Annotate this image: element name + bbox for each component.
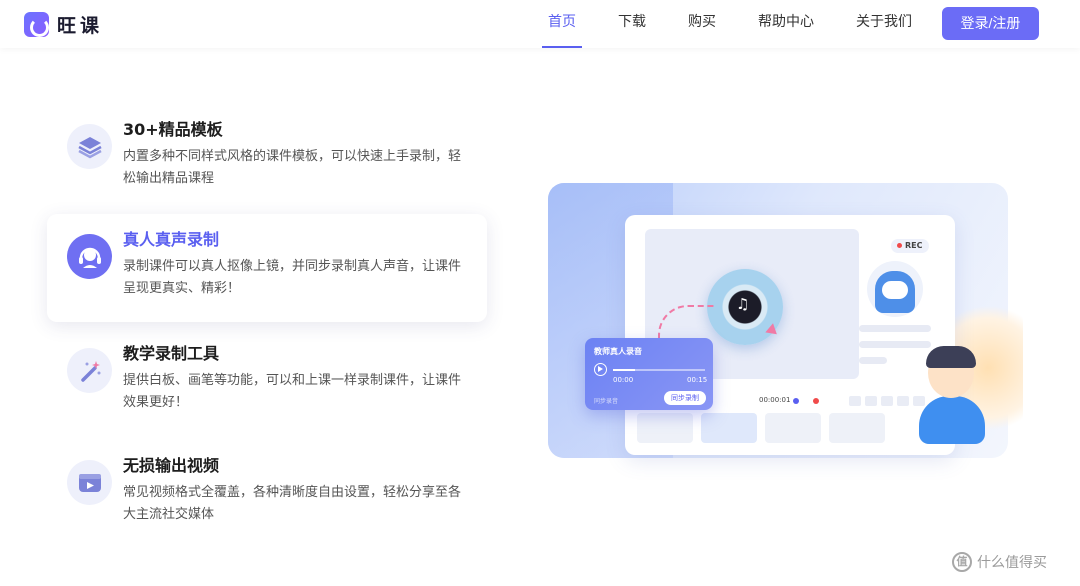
video-play-icon	[67, 460, 112, 505]
rec-label: REC	[905, 241, 923, 250]
logo[interactable]: 旺课	[24, 11, 103, 38]
mascot-face	[882, 281, 908, 299]
watermark-text: 什么值得买	[977, 555, 1047, 571]
headset-icon	[67, 234, 112, 279]
play-icon	[594, 363, 607, 376]
feature-title: 30+精品模板	[123, 120, 223, 139]
teacher-hair	[926, 346, 976, 368]
timeline-marker-icon	[793, 398, 799, 404]
timeline-control	[849, 396, 861, 406]
slide-thumbnail	[637, 413, 693, 443]
layers-icon	[67, 124, 112, 169]
nav-about-us[interactable]: 关于我们	[856, 0, 912, 48]
watermark: 值 什么值得买	[952, 552, 1047, 572]
main-nav: 首页 下载 购买 帮助中心 关于我们	[542, 0, 954, 48]
logo-icon	[24, 12, 49, 37]
feature-title: 真人真声录制	[123, 230, 220, 249]
top-header: 旺课 首页 下载 购买 帮助中心 关于我们 登录/注册	[0, 0, 1080, 48]
slide-thumbnail	[701, 413, 757, 443]
feature-item-export[interactable]: 无损输出视频 常见视频格式全覆盖，各种清晰度自由设置，轻松分享至各大主流社交媒体	[47, 440, 487, 548]
time-end: 00:15	[687, 376, 708, 384]
teacher-body	[919, 396, 985, 444]
feature-item-recording[interactable]: 真人真声录制 录制课件可以真人抠像上镜，并同步录制真人声音，让课件呈现更真实、精…	[47, 214, 487, 322]
feature-description: 常见视频格式全覆盖，各种清晰度自由设置，轻松分享至各大主流社交媒体	[123, 485, 462, 522]
timeline-time: 00:00:01	[759, 396, 791, 404]
panel-title: 教师真人录音	[594, 347, 642, 356]
feature-item-templates[interactable]: 30+精品模板 内置多种不同样式风格的课件模板，可以快速上手录制，轻松输出精品课…	[47, 104, 487, 212]
magic-wand-icon	[67, 348, 112, 393]
timeline-control	[897, 396, 909, 406]
feature-description: 内置多种不同样式风格的课件模板，可以快速上手录制，轻松输出精品课程	[123, 149, 462, 186]
mascot-avatar	[867, 261, 923, 317]
record-dot-icon	[813, 398, 819, 404]
feature-illustration: REC ♫ 00:00:01 教师真人录音 00:00 00:15 同步录音 同…	[548, 183, 1023, 458]
rec-badge: REC	[891, 239, 929, 253]
panel-hint: 同步录音	[594, 398, 619, 405]
placeholder-line	[859, 357, 887, 364]
logo-text: 旺课	[57, 15, 104, 37]
audio-progress-track	[613, 369, 705, 371]
nav-home[interactable]: 首页	[542, 0, 582, 48]
audio-record-panel: 教师真人录音 00:00 00:15 同步录音 同步录制	[585, 338, 713, 410]
placeholder-line	[859, 325, 931, 332]
login-register-button[interactable]: 登录/注册	[942, 7, 1039, 40]
feature-description: 录制课件可以真人抠像上镜，并同步录制真人声音，让课件呈现更真实、精彩！	[123, 259, 462, 296]
feature-description: 提供白板、画笔等功能，可以和上课一样录制课件，让课件效果更好！	[123, 373, 462, 410]
feature-item-tools[interactable]: 教学录制工具 提供白板、画笔等功能，可以和上课一样录制课件，让课件效果更好！	[47, 328, 487, 436]
rec-dot-icon	[897, 243, 902, 248]
timeline-control	[881, 396, 893, 406]
slide-thumbnail	[829, 413, 885, 443]
timeline-control	[865, 396, 877, 406]
nav-purchase[interactable]: 购买	[688, 0, 716, 48]
time-start: 00:00	[613, 376, 634, 384]
slide-thumbnail	[765, 413, 821, 443]
nav-help-center[interactable]: 帮助中心	[758, 0, 814, 48]
music-note-icon: ♫	[736, 295, 750, 313]
watermark-logo-icon: 值	[952, 552, 972, 572]
feature-title: 无损输出视频	[123, 456, 220, 475]
nav-download[interactable]: 下载	[618, 0, 646, 48]
feature-title: 教学录制工具	[123, 344, 220, 363]
sync-record-button: 同步录制	[664, 391, 706, 405]
audio-progress-fill	[613, 369, 635, 371]
teacher-avatar	[915, 346, 989, 444]
